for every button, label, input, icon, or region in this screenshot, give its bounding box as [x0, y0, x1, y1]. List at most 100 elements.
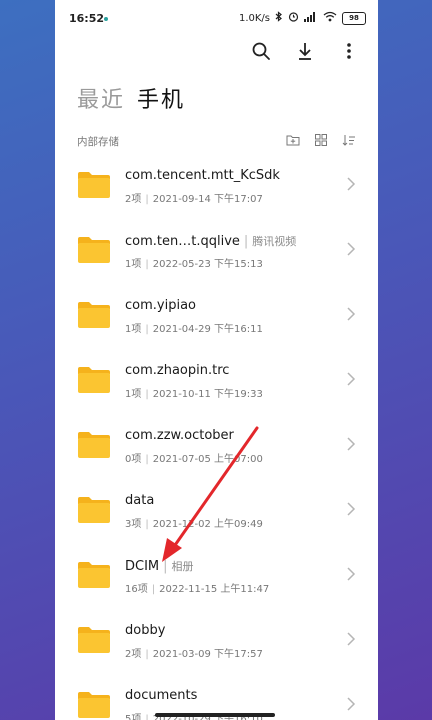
folder-meta: 2项 | 2021-09-14 下午17:07: [125, 190, 263, 205]
new-folder-icon[interactable]: [285, 132, 301, 148]
folder-icon: [78, 302, 110, 328]
folder-name-line: DCIM | 相册: [125, 558, 194, 574]
folder-meta: 16项 | 2022-11-15 上午11:47: [125, 580, 269, 595]
item-count: 5项: [125, 714, 142, 720]
chevron-right-icon: [347, 372, 356, 386]
folder-icon: [78, 432, 110, 458]
folder-name: data: [125, 493, 155, 508]
folder-name-line: com.zzw.october: [125, 428, 234, 443]
separator: |: [145, 324, 149, 335]
list-item[interactable]: com.ten…t.qqlive | 腾讯视频 1项 | 2022-05-23 下午15:…: [55, 220, 378, 285]
folder-name-line: com.ten…t.qqlive | 腾讯视频: [125, 233, 296, 249]
list-item[interactable]: DCIM | 相册 16项 | 2022-11-15 上午11:47: [55, 545, 378, 610]
modified-date: 2021-07-05 上午07:00: [152, 454, 263, 465]
list-item[interactable]: com.zhaopin.trc 1项 | 2021-10-11 下午19:33: [55, 350, 378, 415]
list-item[interactable]: dobby 2项 | 2021-03-09 下午17:57: [55, 610, 378, 675]
chevron-right-icon: [347, 437, 356, 451]
item-count: 2项: [125, 194, 142, 205]
folder-meta: 1项 | 2021-04-29 下午16:11: [125, 320, 263, 335]
file-manager-screen: 16:52 1.0K/s 98 最近 手机 内部存储 com.tencent.m…: [55, 0, 378, 720]
folder-name: DCIM: [125, 559, 160, 574]
list-item[interactable]: com.yipiao 1项 | 2021-04-29 下午16:11: [55, 285, 378, 350]
item-count: 1项: [125, 389, 142, 400]
grid-view-icon[interactable]: [313, 132, 329, 148]
folder-list: com.tencent.mtt_KcSdk 2项 | 2021-09-14 下午17:…: [55, 155, 378, 720]
folder-name: com.tencent.mtt_KcSdk: [125, 168, 280, 183]
folder-name-line: documents: [125, 688, 197, 703]
download-icon[interactable]: [294, 40, 316, 62]
chevron-right-icon: [347, 697, 356, 711]
folder-tag: 腾讯视频: [252, 235, 297, 248]
separator: |: [145, 519, 149, 530]
item-count: 16项: [125, 584, 148, 595]
folder-name-line: dobby: [125, 623, 165, 638]
alarm-icon: [288, 11, 299, 25]
bluetooth-icon: [275, 11, 283, 25]
folder-icon: [78, 367, 110, 393]
signal-icon: [304, 11, 318, 25]
more-vertical-icon[interactable]: [338, 40, 360, 62]
folder-meta: 0项 | 2021-07-05 上午07:00: [125, 450, 263, 465]
sort-icon[interactable]: [341, 132, 357, 148]
modified-date: 2021-10-11 下午19:33: [152, 389, 263, 400]
folder-meta: 3项 | 2021-12-02 上午09:49: [125, 515, 263, 530]
folder-name-line: com.zhaopin.trc: [125, 363, 229, 378]
modified-date: 2021-04-29 下午16:11: [152, 324, 263, 335]
separator: |: [163, 559, 168, 574]
tab-bar: 最近 手机: [77, 82, 185, 114]
folder-icon: [78, 237, 110, 263]
folder-tag: 相册: [171, 560, 194, 573]
folder-name-line: data: [125, 493, 154, 508]
folder-name: documents: [125, 688, 198, 703]
status-bar: 16:52 1.0K/s 98: [55, 0, 378, 36]
folder-name-line: com.tencent.mtt_KcSdk: [125, 168, 280, 183]
home-indicator[interactable]: [155, 713, 275, 717]
top-toolbar: [250, 40, 360, 62]
item-count: 0项: [125, 454, 142, 465]
separator: |: [145, 259, 149, 270]
separator: |: [151, 584, 156, 595]
path-tools: [285, 132, 357, 148]
list-item[interactable]: data 3项 | 2021-12-02 上午09:49: [55, 480, 378, 545]
list-item[interactable]: com.zzw.october 0项 | 2021-07-05 上午07:00: [55, 415, 378, 480]
folder-name: dobby: [125, 623, 166, 638]
item-count: 1项: [125, 259, 142, 270]
folder-icon: [78, 627, 110, 653]
chevron-right-icon: [347, 502, 356, 516]
modified-date: 2021-03-09 下午17:57: [152, 649, 263, 660]
path-bar: 内部存储: [77, 130, 357, 152]
chevron-right-icon: [347, 307, 356, 321]
chevron-right-icon: [347, 242, 356, 256]
notification-dot: [104, 17, 108, 21]
folder-icon: [78, 562, 110, 588]
modified-date: 2021-12-02 上午09:49: [152, 519, 263, 530]
wifi-icon: [323, 11, 337, 25]
separator: |: [145, 649, 149, 660]
tab-phone[interactable]: 手机: [137, 82, 185, 114]
modified-date: 2022-11-15 上午11:47: [159, 584, 270, 595]
search-icon[interactable]: [250, 40, 272, 62]
folder-name: com.zhaopin.trc: [125, 363, 230, 378]
folder-name: com.yipiao: [125, 298, 196, 313]
folder-name-line: com.yipiao: [125, 298, 196, 313]
folder-meta: 2项 | 2021-03-09 下午17:57: [125, 645, 263, 660]
status-time: 16:52: [69, 12, 105, 25]
separator: |: [145, 389, 149, 400]
separator: |: [145, 714, 149, 720]
item-count: 2项: [125, 649, 142, 660]
modified-date: 2022-05-23 下午15:13: [152, 259, 263, 270]
status-right: 1.0K/s 98: [239, 11, 366, 25]
chevron-right-icon: [347, 632, 356, 646]
tab-recent[interactable]: 最近: [77, 82, 125, 114]
chevron-right-icon: [347, 567, 356, 581]
network-speed: 1.0K/s: [238, 12, 270, 24]
separator: |: [243, 234, 249, 249]
item-count: 1项: [125, 324, 142, 335]
folder-meta: 1项 | 2022-05-23 下午15:13: [125, 255, 263, 270]
breadcrumb[interactable]: 内部存储: [77, 134, 119, 149]
folder-icon: [78, 172, 110, 198]
chevron-right-icon: [347, 177, 356, 191]
list-item[interactable]: com.tencent.mtt_KcSdk 2项 | 2021-09-14 下午17:…: [55, 155, 378, 220]
folder-icon: [78, 692, 110, 718]
item-count: 3项: [125, 519, 142, 530]
